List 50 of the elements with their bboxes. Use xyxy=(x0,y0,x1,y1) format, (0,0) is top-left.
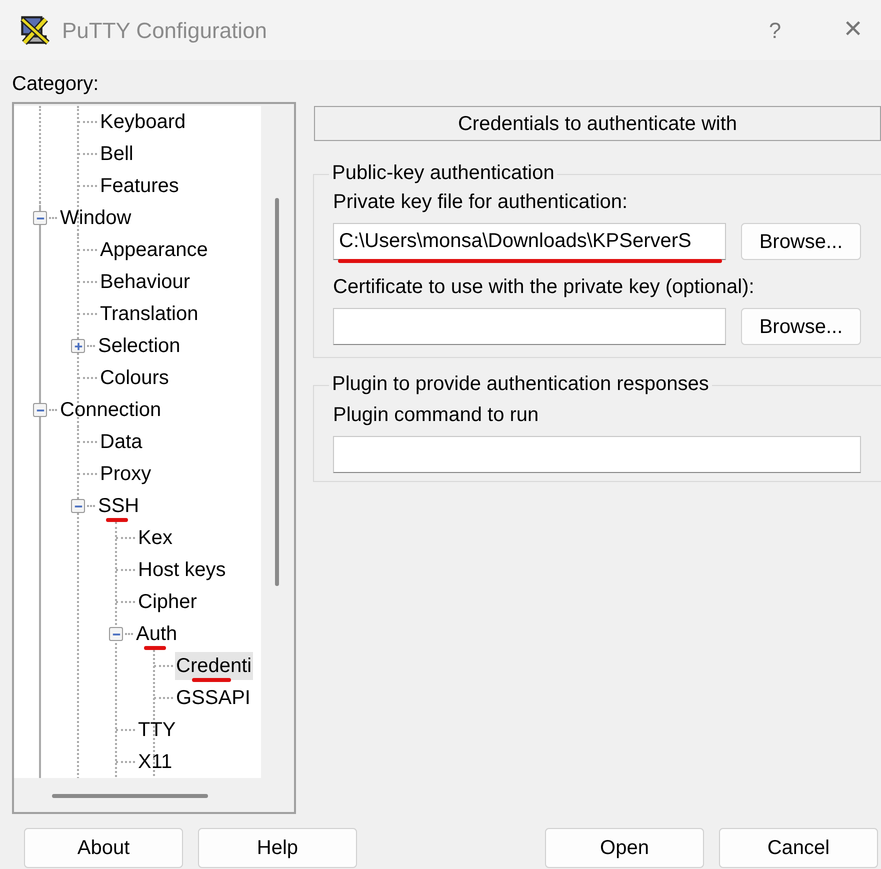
underline-mark xyxy=(144,646,166,650)
tree-item[interactable]: Selection xyxy=(97,332,182,360)
tree-item[interactable]: Colours xyxy=(99,364,170,392)
tree-item[interactable]: Features xyxy=(99,172,180,200)
tree-item[interactable]: Bell xyxy=(99,140,134,168)
scrollbar-thumb[interactable] xyxy=(275,198,279,586)
tree-item[interactable]: SSH xyxy=(97,492,140,520)
text-field[interactable]: C:\Users\monsa\Downloads\KPServerS xyxy=(333,223,726,260)
tree-item[interactable]: GSSAPI xyxy=(175,684,252,712)
plus-icon xyxy=(74,342,82,350)
tree-item[interactable]: Data xyxy=(99,428,144,456)
expander-button[interactable] xyxy=(33,403,47,417)
expander-button[interactable] xyxy=(33,211,47,225)
dialog-button[interactable]: Cancel xyxy=(719,828,878,868)
tree-item[interactable]: Keyboard xyxy=(99,108,187,136)
browse-button[interactable]: Browse... xyxy=(741,308,861,345)
dialog-button[interactable]: About xyxy=(24,828,183,868)
help-button[interactable]: ? xyxy=(755,10,795,50)
tree-item[interactable]: TTY xyxy=(137,716,177,744)
tree-item[interactable]: Appearance xyxy=(99,236,209,264)
underline-mark xyxy=(106,518,128,522)
expander-button[interactable] xyxy=(109,627,123,641)
tree-item[interactable]: Host keys xyxy=(137,556,227,584)
scrollbar-thumb[interactable] xyxy=(52,794,208,798)
text-field[interactable] xyxy=(333,308,726,345)
tree-item[interactable]: Window xyxy=(59,204,132,232)
field-label: Private key file for authentication: xyxy=(333,190,629,215)
tree-item[interactable]: Auth xyxy=(135,620,178,648)
expander-button[interactable] xyxy=(71,339,85,353)
window-title: PuTTY Configuration xyxy=(62,16,268,45)
tree-item[interactable]: X11 xyxy=(137,748,174,776)
expander-button[interactable] xyxy=(71,499,85,513)
tree-item[interactable]: Credenti xyxy=(175,652,253,680)
close-button[interactable]: ✕ xyxy=(833,10,873,50)
tree-item[interactable]: Connection xyxy=(59,396,162,424)
underline-mark xyxy=(192,678,231,682)
tree-item[interactable]: Cipher xyxy=(137,588,198,616)
tree-item[interactable]: Kex xyxy=(137,524,174,552)
dialog-button[interactable]: Open xyxy=(545,828,704,868)
field-label: Plugin command to run xyxy=(333,403,540,428)
computer-wrench-icon xyxy=(18,13,52,47)
tree-item[interactable]: Behaviour xyxy=(99,268,192,296)
field-label: Certificate to use with the private key (optional): xyxy=(333,275,756,300)
category-label: Category: xyxy=(12,72,100,97)
tree-item[interactable]: Proxy xyxy=(99,460,152,488)
browse-button[interactable]: Browse... xyxy=(741,223,861,260)
panel-header: Credentials to authenticate with xyxy=(314,106,881,141)
dialog-button[interactable]: Help xyxy=(198,828,357,868)
text-field[interactable] xyxy=(333,436,861,473)
tree-item[interactable]: Translation xyxy=(99,300,200,328)
